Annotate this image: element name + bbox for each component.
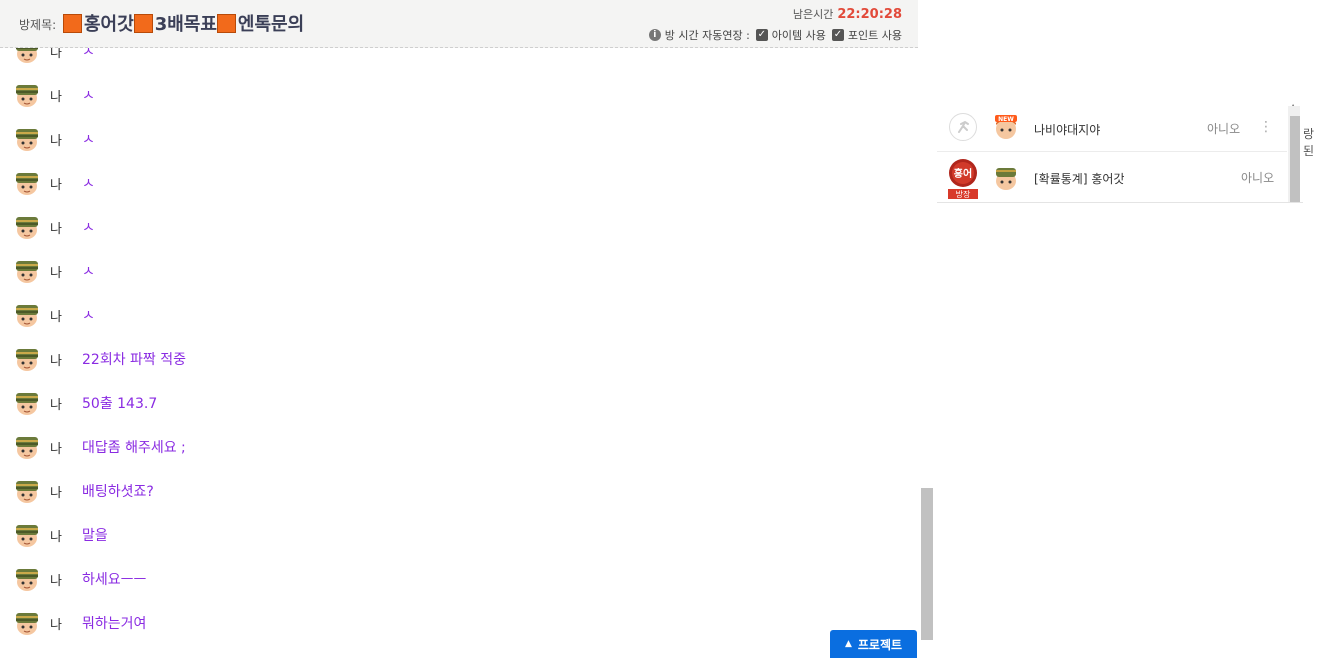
message-nick[interactable]: 나 (50, 218, 62, 237)
room-title-part: 엔톡문의 (237, 14, 305, 35)
message-text: ㅅ (82, 176, 95, 192)
chat-message: 나 22회차 파짝 적중 (0, 344, 900, 374)
message-nick[interactable]: 나 (50, 262, 62, 281)
user-avatar-icon[interactable] (14, 214, 40, 240)
message-text: ㅅ (82, 308, 95, 324)
message-nick[interactable]: 나 (50, 350, 62, 369)
room-title-part: 홍어갓 (84, 14, 134, 35)
participant-name: 나비야대지야 (1034, 123, 1101, 137)
room-header: 방제목: 홍어갓 3배목표 엔톡문의 남은시간 22:20:28 i 방 시간 자… (0, 0, 918, 48)
message-text: 50출 143.7 (82, 396, 158, 412)
participant-row[interactable]: 홍어 방장 [확률통계] 홍어갓 아니오 (937, 152, 1287, 202)
chat-message: 나ㅅ (0, 212, 900, 242)
user-avatar-icon[interactable] (14, 82, 40, 108)
chat-message: 나 뭐하는거여 (0, 608, 900, 638)
orange-square-icon (133, 13, 153, 33)
project-button[interactable]: ▲ 프로젝트 (830, 630, 917, 658)
more-options-icon[interactable]: ⋮ (1259, 119, 1273, 135)
message-nick[interactable]: 나 (50, 174, 62, 193)
participant-panel: NEW 나비야대지야 아니오 ⋮ 홍어 방장 [확률통계] 홍어갓 아니오 ▲ (937, 98, 1303, 203)
message-nick[interactable]: 나 (50, 526, 62, 545)
chat-message: 나 하세요ㅡㅡ (0, 564, 900, 594)
project-button-label: 프로젝트 (857, 637, 903, 652)
point-use-label: 포인트 사용 (847, 29, 902, 42)
user-avatar-icon[interactable] (14, 610, 40, 636)
user-avatar-icon[interactable] (14, 522, 40, 548)
new-badge: NEW (998, 116, 1014, 123)
message-text: ㅅ (82, 264, 95, 280)
room-title-part: 3배목표 (154, 14, 217, 35)
message-text: 말을 (82, 528, 108, 544)
chat-room: 방제목: 홍어갓 3배목표 엔톡문의 남은시간 22:20:28 i 방 시간 자… (0, 0, 938, 668)
room-title-label: 방제목: (19, 18, 57, 32)
message-text: 하세요ㅡㅡ (82, 572, 147, 588)
user-avatar-icon[interactable] (14, 346, 40, 372)
chat-message: 나ㅅ (0, 256, 900, 286)
chat-message: 나 말을 (0, 520, 900, 550)
message-text: ㅅ (82, 48, 95, 60)
remaining-time: 남은시간 22:20:28 (793, 6, 902, 22)
chat-message: 나ㅅ (0, 80, 900, 110)
user-avatar-icon[interactable] (14, 48, 40, 64)
chat-message: 나ㅅ (0, 124, 900, 154)
chat-log[interactable]: 나 ㅅ 나 ㅅ 나 ㅅ 나 ㅅ 나 ㅅ 나 ㅅ 나 ㅅ 나 22회차 파짝 적중 나 50출 143.7 나 대답좀 … (0, 48, 918, 668)
message-text: 배팅하셧죠? (82, 484, 154, 500)
user-avatar-icon[interactable] (14, 390, 40, 416)
host-label: 방장 (956, 189, 971, 199)
auto-extend-label: 방 시간 자동연장 : (664, 29, 750, 42)
participant-row[interactable]: NEW 나비야대지야 아니오 ⋮ (937, 101, 1287, 152)
chat-message: 나ㅅ (0, 168, 900, 198)
participant-status: 아니오 (1241, 171, 1275, 185)
participant-name: [확률통계] 홍어갓 (1034, 172, 1125, 186)
remaining-time-label: 남은시간 (792, 8, 834, 21)
message-text: 22회차 파짝 적중 (82, 352, 186, 368)
message-nick[interactable]: 나 (50, 130, 62, 149)
point-use-checkbox[interactable]: ✓ (831, 29, 844, 41)
user-avatar-icon: NEW (995, 115, 1017, 139)
user-avatar-icon (996, 168, 1016, 190)
message-text: ㅅ (82, 88, 95, 104)
message-text: ㅅ (82, 220, 95, 236)
chat-message: 나 대답좀 해주세요 ; (0, 432, 900, 462)
message-text: 뭐하는거여 (82, 616, 147, 632)
chat-message: 나 배팅하셧죠? (0, 476, 900, 506)
message-nick[interactable]: 나 (50, 48, 62, 61)
user-avatar-icon[interactable] (14, 478, 40, 504)
orange-square-icon (216, 13, 236, 33)
message-nick[interactable]: 나 (50, 570, 62, 589)
orange-square-icon (63, 13, 82, 33)
message-nick[interactable]: 나 (50, 438, 62, 457)
message-nick[interactable]: 나 (50, 482, 62, 501)
info-icon[interactable]: i (648, 29, 661, 41)
chat-message: 나ㅅ (0, 48, 900, 66)
participant-status: 아니오 (1207, 122, 1241, 136)
remaining-time-value: 22:20:28 (837, 7, 902, 22)
user-avatar-icon[interactable] (14, 302, 40, 328)
clipped-text: 랑 된 (1303, 127, 1315, 158)
panel-scrollbar[interactable] (1290, 116, 1300, 202)
chat-scrollbar[interactable] (921, 488, 933, 640)
message-nick[interactable]: 나 (50, 394, 62, 413)
runner-icon (949, 113, 977, 141)
chat-message: 나 50출 143.7 (0, 388, 900, 418)
room-options: i 방 시간 자동연장 : ✓ 아이템 사용 ✓ 포인트 사용 (648, 27, 902, 43)
message-nick[interactable]: 나 (50, 614, 62, 633)
user-avatar-icon[interactable] (14, 434, 40, 460)
user-avatar-icon[interactable] (14, 258, 40, 284)
message-text: 대답좀 해주세요 ; (82, 440, 186, 456)
item-use-label: 아이템 사용 (771, 29, 826, 42)
chat-message: 나ㅅ (0, 300, 900, 330)
host-badge-text: 홍어 (954, 167, 972, 180)
room-title: 홍어갓 3배목표 엔톡문의 (63, 10, 304, 36)
caret-up-icon: ▲ (844, 639, 852, 649)
user-avatar-icon[interactable] (14, 566, 40, 592)
message-text: ㅅ (82, 132, 95, 148)
user-avatar-icon[interactable] (14, 170, 40, 196)
message-nick[interactable]: 나 (50, 306, 62, 325)
item-use-checkbox[interactable]: ✓ (755, 29, 768, 41)
host-badge-icon: 홍어 방장 (948, 159, 978, 199)
user-avatar-icon[interactable] (14, 126, 40, 152)
message-nick[interactable]: 나 (50, 86, 62, 105)
